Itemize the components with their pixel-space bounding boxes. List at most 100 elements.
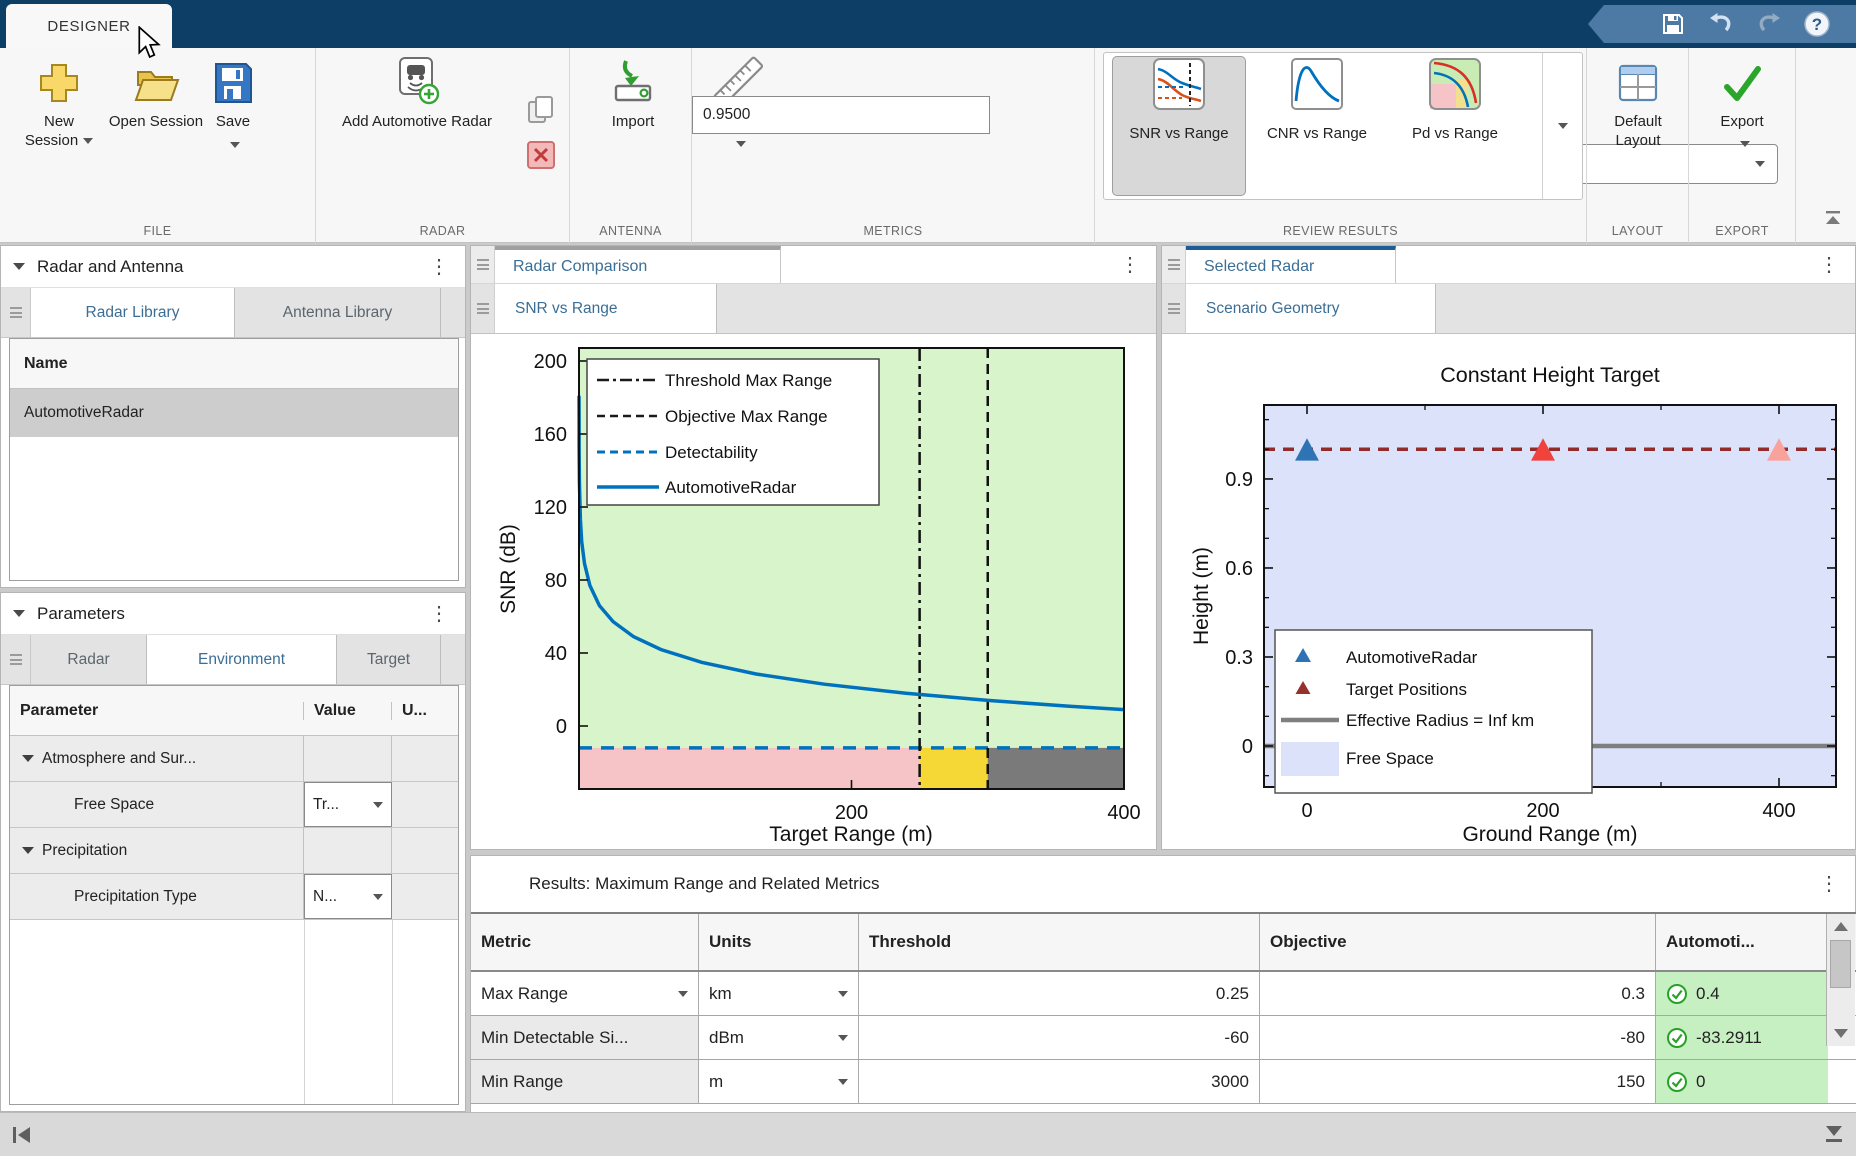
new-session-button[interactable]: New Session bbox=[16, 56, 102, 150]
results-scrollbar[interactable] bbox=[1826, 914, 1855, 1046]
delete-radar-button[interactable] bbox=[526, 140, 556, 175]
open-session-button[interactable]: Open Session bbox=[106, 56, 206, 131]
objective-cell[interactable]: -80 bbox=[1260, 1016, 1656, 1059]
gallery-expand-icon bbox=[1558, 123, 1568, 129]
units-select[interactable]: dBm bbox=[699, 1016, 859, 1059]
svg-text:200: 200 bbox=[835, 802, 868, 824]
redo-icon bbox=[1756, 12, 1782, 36]
result-value: 0.4 bbox=[1696, 984, 1720, 1004]
tabstrip-grip[interactable] bbox=[1, 288, 31, 337]
scrollbar-thumb[interactable] bbox=[1830, 940, 1851, 988]
scroll-down-icon[interactable] bbox=[1834, 1029, 1848, 1038]
threshold-cell[interactable]: 3000 bbox=[859, 1060, 1260, 1103]
objective-cell[interactable]: 150 bbox=[1260, 1060, 1656, 1103]
save-session-button[interactable]: Save bbox=[202, 56, 264, 154]
svg-text:0.3: 0.3 bbox=[1225, 647, 1253, 669]
grip-icon bbox=[10, 305, 22, 321]
snr-vs-range-button[interactable]: SNR vs Range bbox=[1112, 56, 1246, 196]
param-row-atmosphere[interactable]: Atmosphere and Sur... bbox=[10, 736, 458, 782]
geometry-xlabel: Ground Range (m) bbox=[1462, 823, 1637, 846]
tab-target[interactable]: Target bbox=[337, 635, 441, 684]
metric-cell[interactable]: Min Detectable Si... bbox=[471, 1016, 699, 1059]
radar-designer-app: DESIGNER bbox=[0, 0, 1856, 1156]
dropdown-icon bbox=[373, 894, 383, 900]
param-row-precipitation[interactable]: Precipitation bbox=[10, 828, 458, 874]
default-layout-button[interactable]: Default Layout bbox=[1596, 56, 1680, 150]
col-value: Value bbox=[304, 702, 392, 720]
collapse-bottom-panel-button[interactable] bbox=[1822, 1121, 1846, 1147]
tab-radar-params[interactable]: Radar bbox=[31, 635, 147, 684]
group-collapse-icon[interactable] bbox=[22, 847, 34, 854]
objective-cell[interactable]: 0.3 bbox=[1260, 972, 1656, 1015]
grip-icon bbox=[10, 652, 22, 668]
new-session-icon bbox=[36, 56, 82, 106]
tab-radar-params-label: Radar bbox=[67, 651, 109, 669]
name-column-header: Name bbox=[10, 339, 458, 389]
results-menu-icon[interactable]: ⋮ bbox=[1819, 874, 1839, 894]
grid-line bbox=[304, 920, 305, 1104]
pd-vs-range-button[interactable]: Pd vs Range bbox=[1388, 56, 1522, 196]
scroll-up-icon[interactable] bbox=[1834, 922, 1848, 931]
grip-icon bbox=[1168, 301, 1180, 317]
tab-snr-vs-range[interactable]: SNR vs Range bbox=[495, 284, 717, 333]
panel-grip[interactable] bbox=[1162, 246, 1186, 283]
radar-comparison-menu-icon[interactable]: ⋮ bbox=[1120, 255, 1140, 275]
tab-antenna-library[interactable]: Antenna Library bbox=[235, 288, 441, 337]
ribbon-section-metrics: Metric Pd Constraint Decimal METRICS bbox=[692, 48, 1095, 243]
threshold-cell[interactable]: 0.25 bbox=[859, 972, 1260, 1015]
col-threshold: Threshold bbox=[859, 914, 1260, 970]
units-select[interactable]: km bbox=[699, 972, 859, 1015]
precipitation-type-value: N... bbox=[313, 888, 337, 906]
radar-antenna-title: Radar and Antenna bbox=[37, 257, 184, 277]
group-collapse-icon[interactable] bbox=[22, 755, 34, 762]
pass-check-icon bbox=[1666, 1071, 1688, 1093]
subtab-grip[interactable] bbox=[471, 284, 495, 333]
collapse-caret-icon[interactable] bbox=[13, 263, 25, 270]
restore-left-panel-button[interactable] bbox=[10, 1123, 34, 1147]
radar-library-row[interactable]: AutomotiveRadar bbox=[10, 389, 458, 437]
tab-selected-radar[interactable]: Selected Radar bbox=[1186, 246, 1396, 283]
parameters-menu-icon[interactable]: ⋮ bbox=[429, 604, 449, 624]
delete-x-icon bbox=[526, 140, 556, 170]
gallery-expand-button[interactable] bbox=[1542, 53, 1582, 199]
copy-radar-button[interactable] bbox=[526, 94, 556, 131]
selected-radar-menu-icon[interactable]: ⋮ bbox=[1819, 255, 1839, 275]
pd-constraint-input[interactable] bbox=[692, 96, 990, 134]
tab-scenario-geometry[interactable]: Scenario Geometry bbox=[1186, 284, 1436, 333]
export-button[interactable]: Export bbox=[1700, 56, 1784, 153]
tab-radar-comparison[interactable]: Radar Comparison bbox=[495, 246, 781, 283]
tabstrip-grip[interactable] bbox=[1, 635, 31, 684]
scenario-geometry-chart[interactable]: 020040000.30.60.9 Constant Height Target… bbox=[1162, 334, 1856, 849]
units-value: m bbox=[709, 1072, 723, 1092]
param-name: Precipitation Type bbox=[74, 888, 197, 906]
grip-icon bbox=[477, 257, 489, 273]
subtab-grip[interactable] bbox=[1162, 284, 1186, 333]
help-button[interactable]: ? bbox=[1804, 11, 1830, 37]
tab-scenario-geometry-label: Scenario Geometry bbox=[1206, 300, 1340, 318]
grip-icon bbox=[477, 301, 489, 317]
metric-select[interactable]: Max Range bbox=[471, 972, 699, 1015]
undo-button[interactable] bbox=[1708, 11, 1734, 37]
param-row-precipitation-type[interactable]: Precipitation Type N... bbox=[10, 874, 458, 920]
tab-environment[interactable]: Environment bbox=[147, 635, 337, 684]
free-space-value-dropdown[interactable]: Tr... bbox=[304, 782, 392, 827]
file-section-label: FILE bbox=[0, 224, 315, 238]
precipitation-type-value-dropdown[interactable]: N... bbox=[304, 874, 392, 919]
cnr-vs-range-button[interactable]: CNR vs Range bbox=[1250, 56, 1384, 196]
metric-cell[interactable]: Min Range bbox=[471, 1060, 699, 1103]
collapse-ribbon-button[interactable] bbox=[1822, 209, 1844, 234]
units-select[interactable]: m bbox=[699, 1060, 859, 1103]
tab-radar-library[interactable]: Radar Library bbox=[31, 288, 235, 337]
redo-button[interactable] bbox=[1756, 11, 1782, 37]
import-antenna-button[interactable]: Import bbox=[588, 56, 678, 131]
snr-vs-range-chart[interactable]: 04080120160200200400 SNR (dB) Target Ran… bbox=[471, 334, 1158, 849]
panel-grip[interactable] bbox=[471, 246, 495, 283]
result-cell: -83.2911 bbox=[1656, 1016, 1828, 1059]
add-automotive-radar-button[interactable]: Add Automotive Radar bbox=[327, 56, 507, 131]
param-row-free-space[interactable]: Free Space Tr... bbox=[10, 782, 458, 828]
quick-save-button[interactable] bbox=[1660, 11, 1686, 37]
open-folder-icon bbox=[132, 56, 180, 106]
threshold-cell[interactable]: -60 bbox=[859, 1016, 1260, 1059]
collapse-caret-icon[interactable] bbox=[13, 610, 25, 617]
radar-antenna-menu-icon[interactable]: ⋮ bbox=[429, 257, 449, 277]
